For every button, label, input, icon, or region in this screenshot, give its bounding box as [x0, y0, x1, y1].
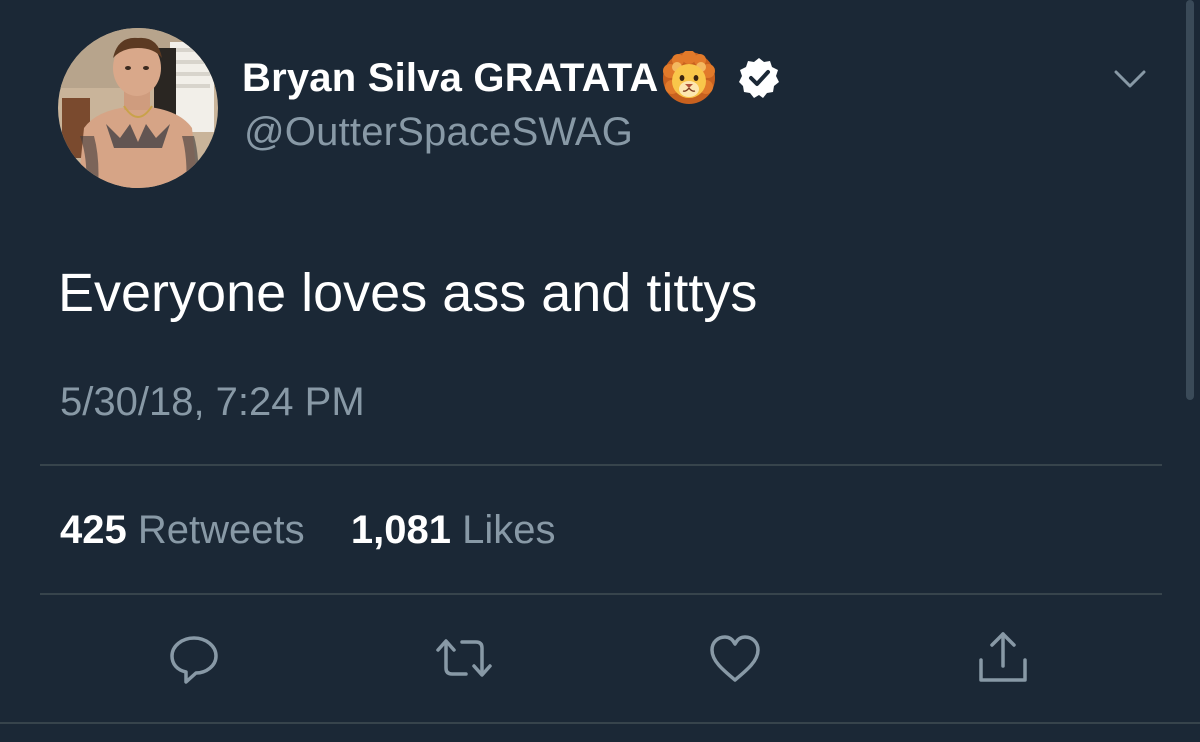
name-row[interactable]: Bryan Silva GRATATA [242, 50, 780, 105]
avatar[interactable] [58, 28, 218, 188]
divider [40, 464, 1162, 466]
display-name[interactable]: Bryan Silva GRATATA [242, 56, 658, 101]
lion-face-icon [662, 50, 716, 105]
share-button[interactable] [971, 626, 1035, 690]
scrollbar[interactable] [1186, 0, 1194, 400]
reply-icon [170, 636, 218, 684]
tweet-timestamp[interactable]: 5/30/18, 7:24 PM [60, 380, 365, 425]
share-icon [979, 632, 1027, 682]
retweet-icon [436, 639, 492, 677]
retweets-count[interactable]: 425 [60, 508, 127, 552]
chevron-down-icon[interactable] [1110, 64, 1150, 94]
like-icon [710, 635, 760, 682]
avatar-photo [58, 28, 218, 188]
user-handle[interactable]: @OutterSpaceSWAG [244, 110, 633, 155]
likes-count[interactable]: 1,081 [351, 508, 451, 552]
likes-label[interactable]: Likes [462, 508, 555, 552]
divider [0, 722, 1200, 724]
engagement-stats: 425 Retweets 1,081 Likes [60, 508, 556, 553]
like-button[interactable] [703, 626, 767, 690]
divider [40, 593, 1162, 595]
tweet-text: Everyone loves ass and tittys [58, 263, 758, 323]
verified-badge-icon [738, 57, 780, 99]
retweet-button[interactable] [432, 626, 496, 690]
retweets-label[interactable]: Retweets [138, 508, 305, 552]
reply-button[interactable] [162, 626, 226, 690]
tweet-card: Bryan Silva GRATATA @OutterSpaceSWAG Eve… [0, 0, 1200, 742]
